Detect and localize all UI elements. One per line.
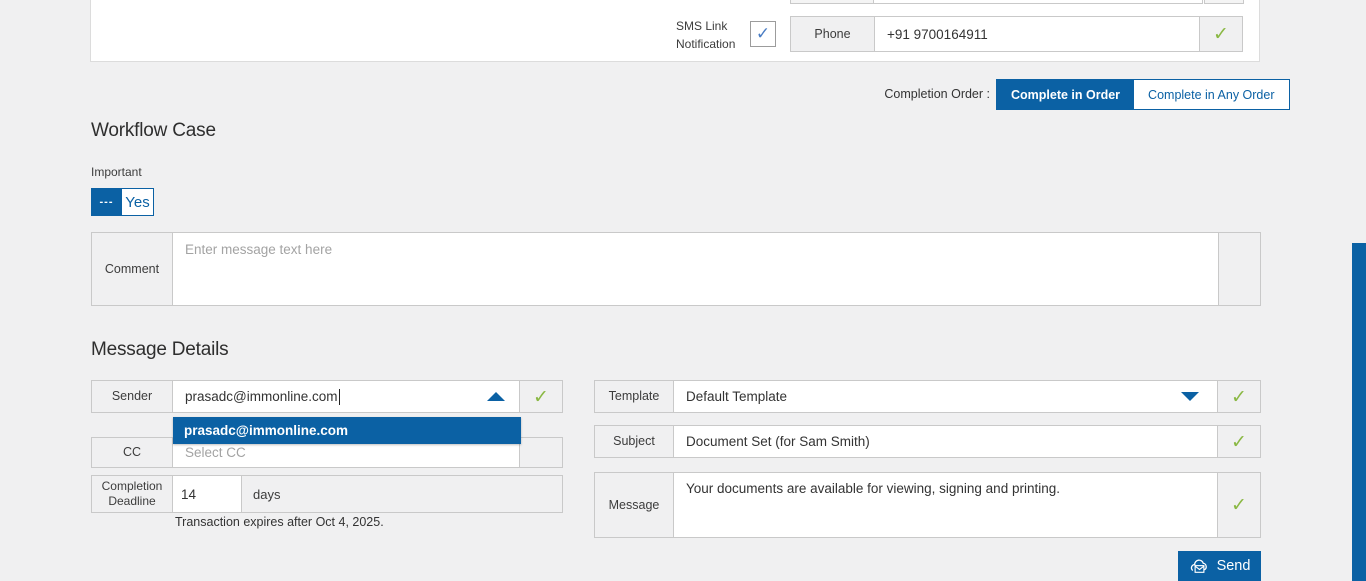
completion-deadline-label: Completion Deadline	[92, 476, 172, 512]
important-label: Important	[91, 165, 142, 179]
valid-check-icon: ✓	[1231, 494, 1247, 516]
subject-input-field[interactable]	[686, 434, 1205, 449]
phone-field-group: Phone ✓	[790, 16, 1243, 52]
workflow-case-title: Workflow Case	[91, 120, 216, 142]
message-valid-cell: ✓	[1218, 473, 1260, 537]
cc-input-field[interactable]	[185, 445, 507, 460]
completion-order-label: Completion Order :	[810, 87, 990, 101]
send-button[interactable]: Send	[1178, 551, 1261, 581]
comment-input[interactable]	[172, 233, 1219, 305]
phone-valid-cell: ✓	[1200, 17, 1242, 51]
comment-right-cell	[1219, 233, 1260, 305]
subject-valid-cell: ✓	[1218, 426, 1260, 457]
comment-field-group: Comment	[91, 232, 1261, 306]
valid-check-icon: ✓	[1213, 23, 1229, 45]
sender-input[interactable]: prasadc@immonline.com	[172, 381, 520, 412]
cc-label: CC	[92, 438, 172, 467]
completion-deadline-group: Completion Deadline days	[91, 475, 563, 513]
subject-field-group: Subject ✓	[594, 425, 1261, 458]
template-field-group: Template Default Template ✓	[594, 380, 1261, 413]
message-input[interactable]: Your documents are available for viewing…	[673, 473, 1218, 537]
checkbox-check-icon: ✓	[756, 24, 770, 44]
important-toggle-yes[interactable]: Yes	[122, 188, 154, 216]
complete-in-any-order-button[interactable]: Complete in Any Order	[1134, 80, 1288, 109]
completion-order-toggle: Complete in Order Complete in Any Order	[996, 79, 1290, 110]
expiry-note: Transaction expires after Oct 4, 2025.	[175, 515, 384, 529]
message-field-group: Message Your documents are available for…	[594, 472, 1261, 538]
deadline-days-input[interactable]	[172, 476, 242, 512]
text-cursor	[339, 389, 340, 405]
subject-input[interactable]	[673, 426, 1218, 457]
template-label: Template	[595, 381, 673, 412]
message-details-title: Message Details	[91, 339, 228, 361]
template-select[interactable]: Default Template	[673, 381, 1218, 412]
sender-valid-cell: ✓	[520, 381, 562, 412]
cc-right-cell	[520, 438, 562, 467]
send-cloud-envelope-icon	[1189, 557, 1210, 575]
comment-label: Comment	[92, 233, 172, 305]
phone-input-field[interactable]	[887, 27, 1187, 42]
message-label: Message	[595, 473, 673, 537]
sms-link-notification-checkbox[interactable]: ✓	[750, 21, 776, 47]
dropdown-up-arrow-icon[interactable]	[487, 392, 505, 401]
cut-field-check-stub	[1204, 0, 1244, 4]
cut-field-input-stub[interactable]	[873, 0, 1203, 4]
sender-value: prasadc@immonline.com	[185, 389, 338, 404]
dropdown-down-arrow-icon[interactable]	[1181, 392, 1199, 401]
template-value: Default Template	[686, 389, 787, 404]
message-textarea[interactable]: Your documents are available for viewing…	[674, 473, 1217, 537]
complete-in-order-button[interactable]: Complete in Order	[997, 80, 1134, 109]
phone-input[interactable]	[874, 17, 1200, 51]
valid-check-icon: ✓	[1231, 431, 1247, 453]
template-valid-cell: ✓	[1218, 381, 1260, 412]
sender-dropdown-option[interactable]: prasadc@immonline.com	[173, 417, 521, 444]
cut-field-label-stub	[790, 0, 874, 4]
sender-field-group: Sender prasadc@immonline.com ✓	[91, 380, 563, 413]
important-toggle-off[interactable]: ---	[91, 188, 122, 216]
scrollbar-thumb[interactable]	[1352, 243, 1366, 581]
valid-check-icon: ✓	[533, 386, 549, 408]
deadline-days-field[interactable]	[181, 487, 233, 502]
comment-textarea[interactable]	[173, 233, 1218, 305]
important-toggle: --- Yes	[91, 188, 154, 216]
sender-label: Sender	[92, 381, 172, 412]
send-button-label: Send	[1217, 558, 1251, 574]
phone-label: Phone	[791, 17, 874, 51]
send-documents-page: SMS Link Notification ✓ Phone ✓ Completi…	[0, 0, 1366, 581]
sms-link-notification-label: SMS Link Notification	[676, 17, 735, 53]
subject-label: Subject	[595, 426, 673, 457]
deadline-unit-label: days	[253, 476, 280, 512]
valid-check-icon: ✓	[1231, 386, 1247, 408]
